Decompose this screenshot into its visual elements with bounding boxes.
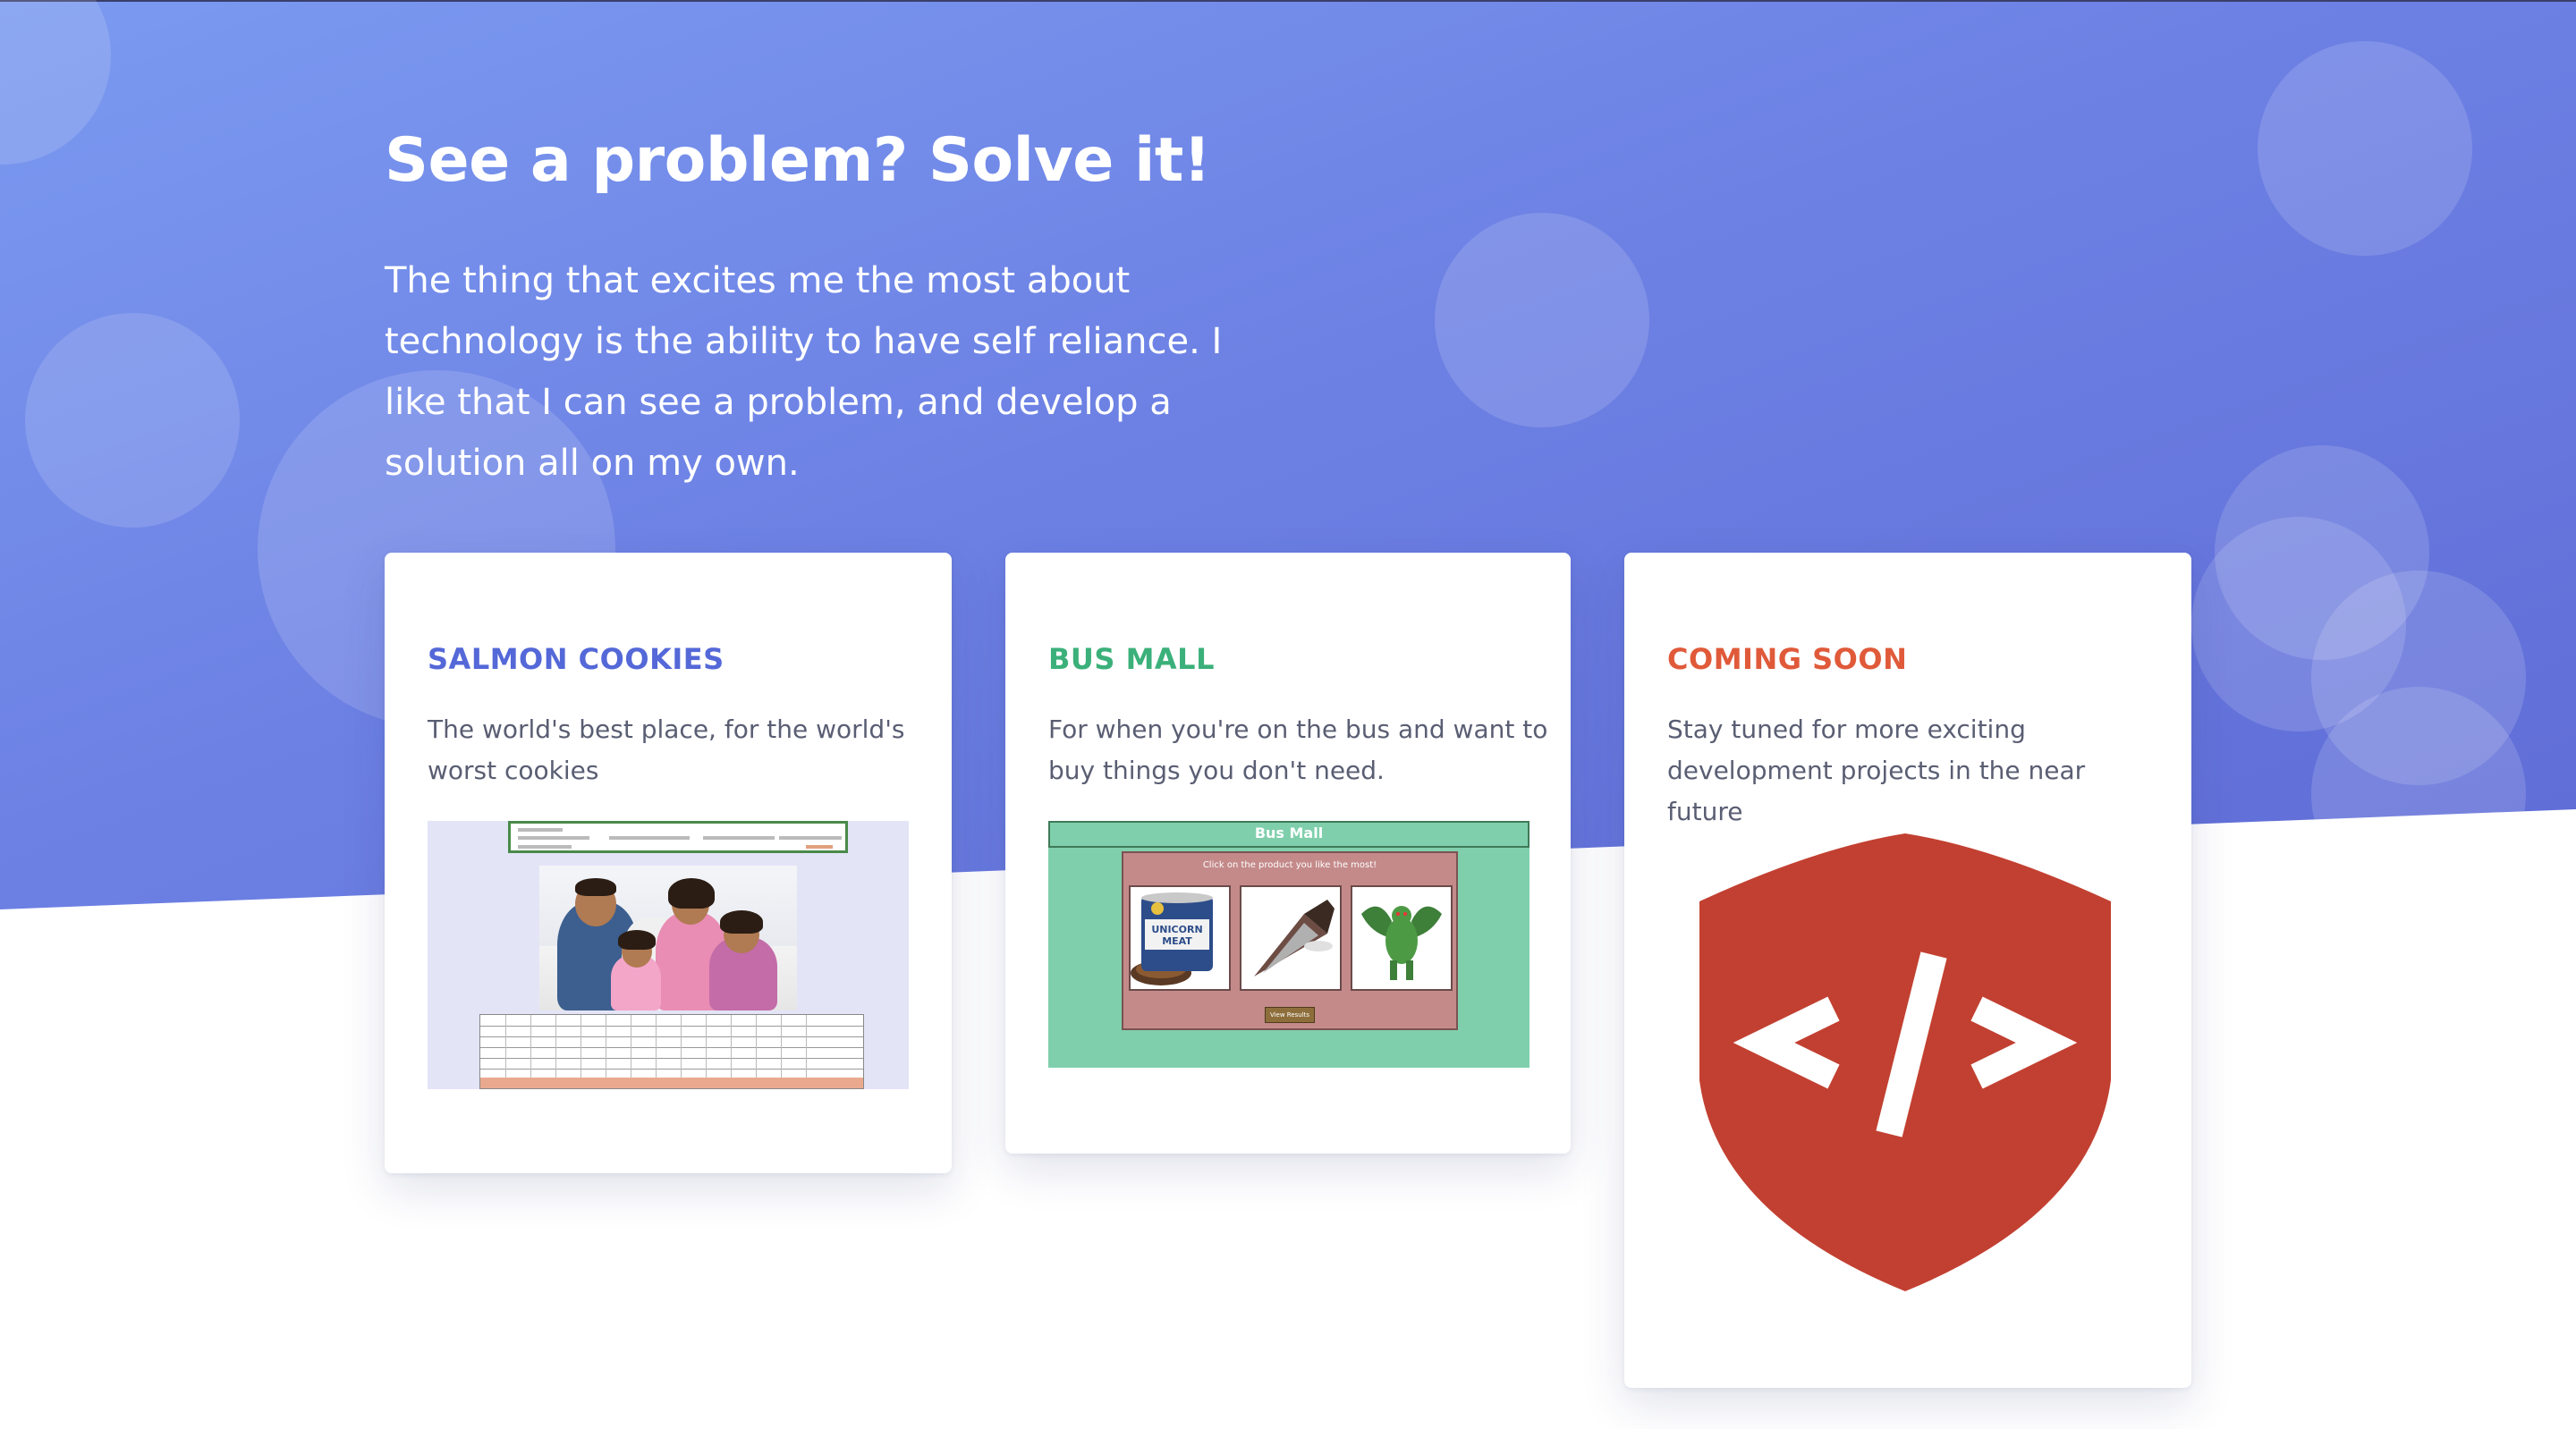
product-image-dragon (1351, 885, 1453, 991)
can-label-line2: MEAT (1162, 935, 1192, 947)
voting-instruction: Click on the product you like the most! (1202, 860, 1377, 870)
page-title: See a problem? Solve it! (385, 125, 1211, 196)
project-card-salmon-cookies[interactable]: SALMON COOKIES The world's best place, f… (385, 553, 952, 1173)
product-image-unicorn-meat: UNICORN MEAT (1129, 885, 1231, 991)
bg-bubble (2258, 41, 2472, 256)
view-results-button[interactable]: View Results (1265, 1007, 1315, 1023)
project-description: For when you're on the bus and want to b… (1048, 714, 1548, 785)
project-card-coming-soon[interactable]: COMING SOON Stay tuned for more exciting… (1624, 553, 2191, 1388)
bg-bubble (25, 313, 240, 528)
bus-mall-screenshot[interactable]: Bus Mall Click on the product you like t… (1048, 821, 1530, 1068)
code-shield-icon (1699, 830, 2111, 1295)
project-description: Stay tuned for more exciting development… (1667, 714, 2086, 826)
totals-row (480, 1078, 863, 1088)
bus-mall-header: Bus Mall (1254, 824, 1324, 841)
salmon-cookies-screenshot[interactable] (428, 821, 909, 1089)
can-label-line1: UNICORN (1151, 924, 1202, 935)
bg-bubble (0, 0, 111, 165)
family-photo (539, 866, 797, 1010)
store-form-preview (508, 821, 848, 853)
project-title[interactable]: SALMON COOKIES (428, 642, 724, 676)
top-border (0, 0, 2576, 2)
bg-bubble (1435, 213, 1649, 427)
product-voting-panel: Click on the product you like the most! … (1122, 851, 1458, 1030)
sales-table-preview (479, 1014, 864, 1089)
project-description: The world's best place, for the world's … (428, 714, 905, 785)
intro-paragraph: The thing that excites me the most about… (385, 260, 1223, 484)
project-card-bus-mall[interactable]: BUS MALL For when you're on the bus and … (1005, 553, 1571, 1154)
product-image-pizza-scissors (1240, 885, 1342, 991)
bg-bubble (2311, 687, 2526, 901)
project-title[interactable]: COMING SOON (1667, 642, 1907, 676)
project-title[interactable]: BUS MALL (1048, 642, 1215, 676)
